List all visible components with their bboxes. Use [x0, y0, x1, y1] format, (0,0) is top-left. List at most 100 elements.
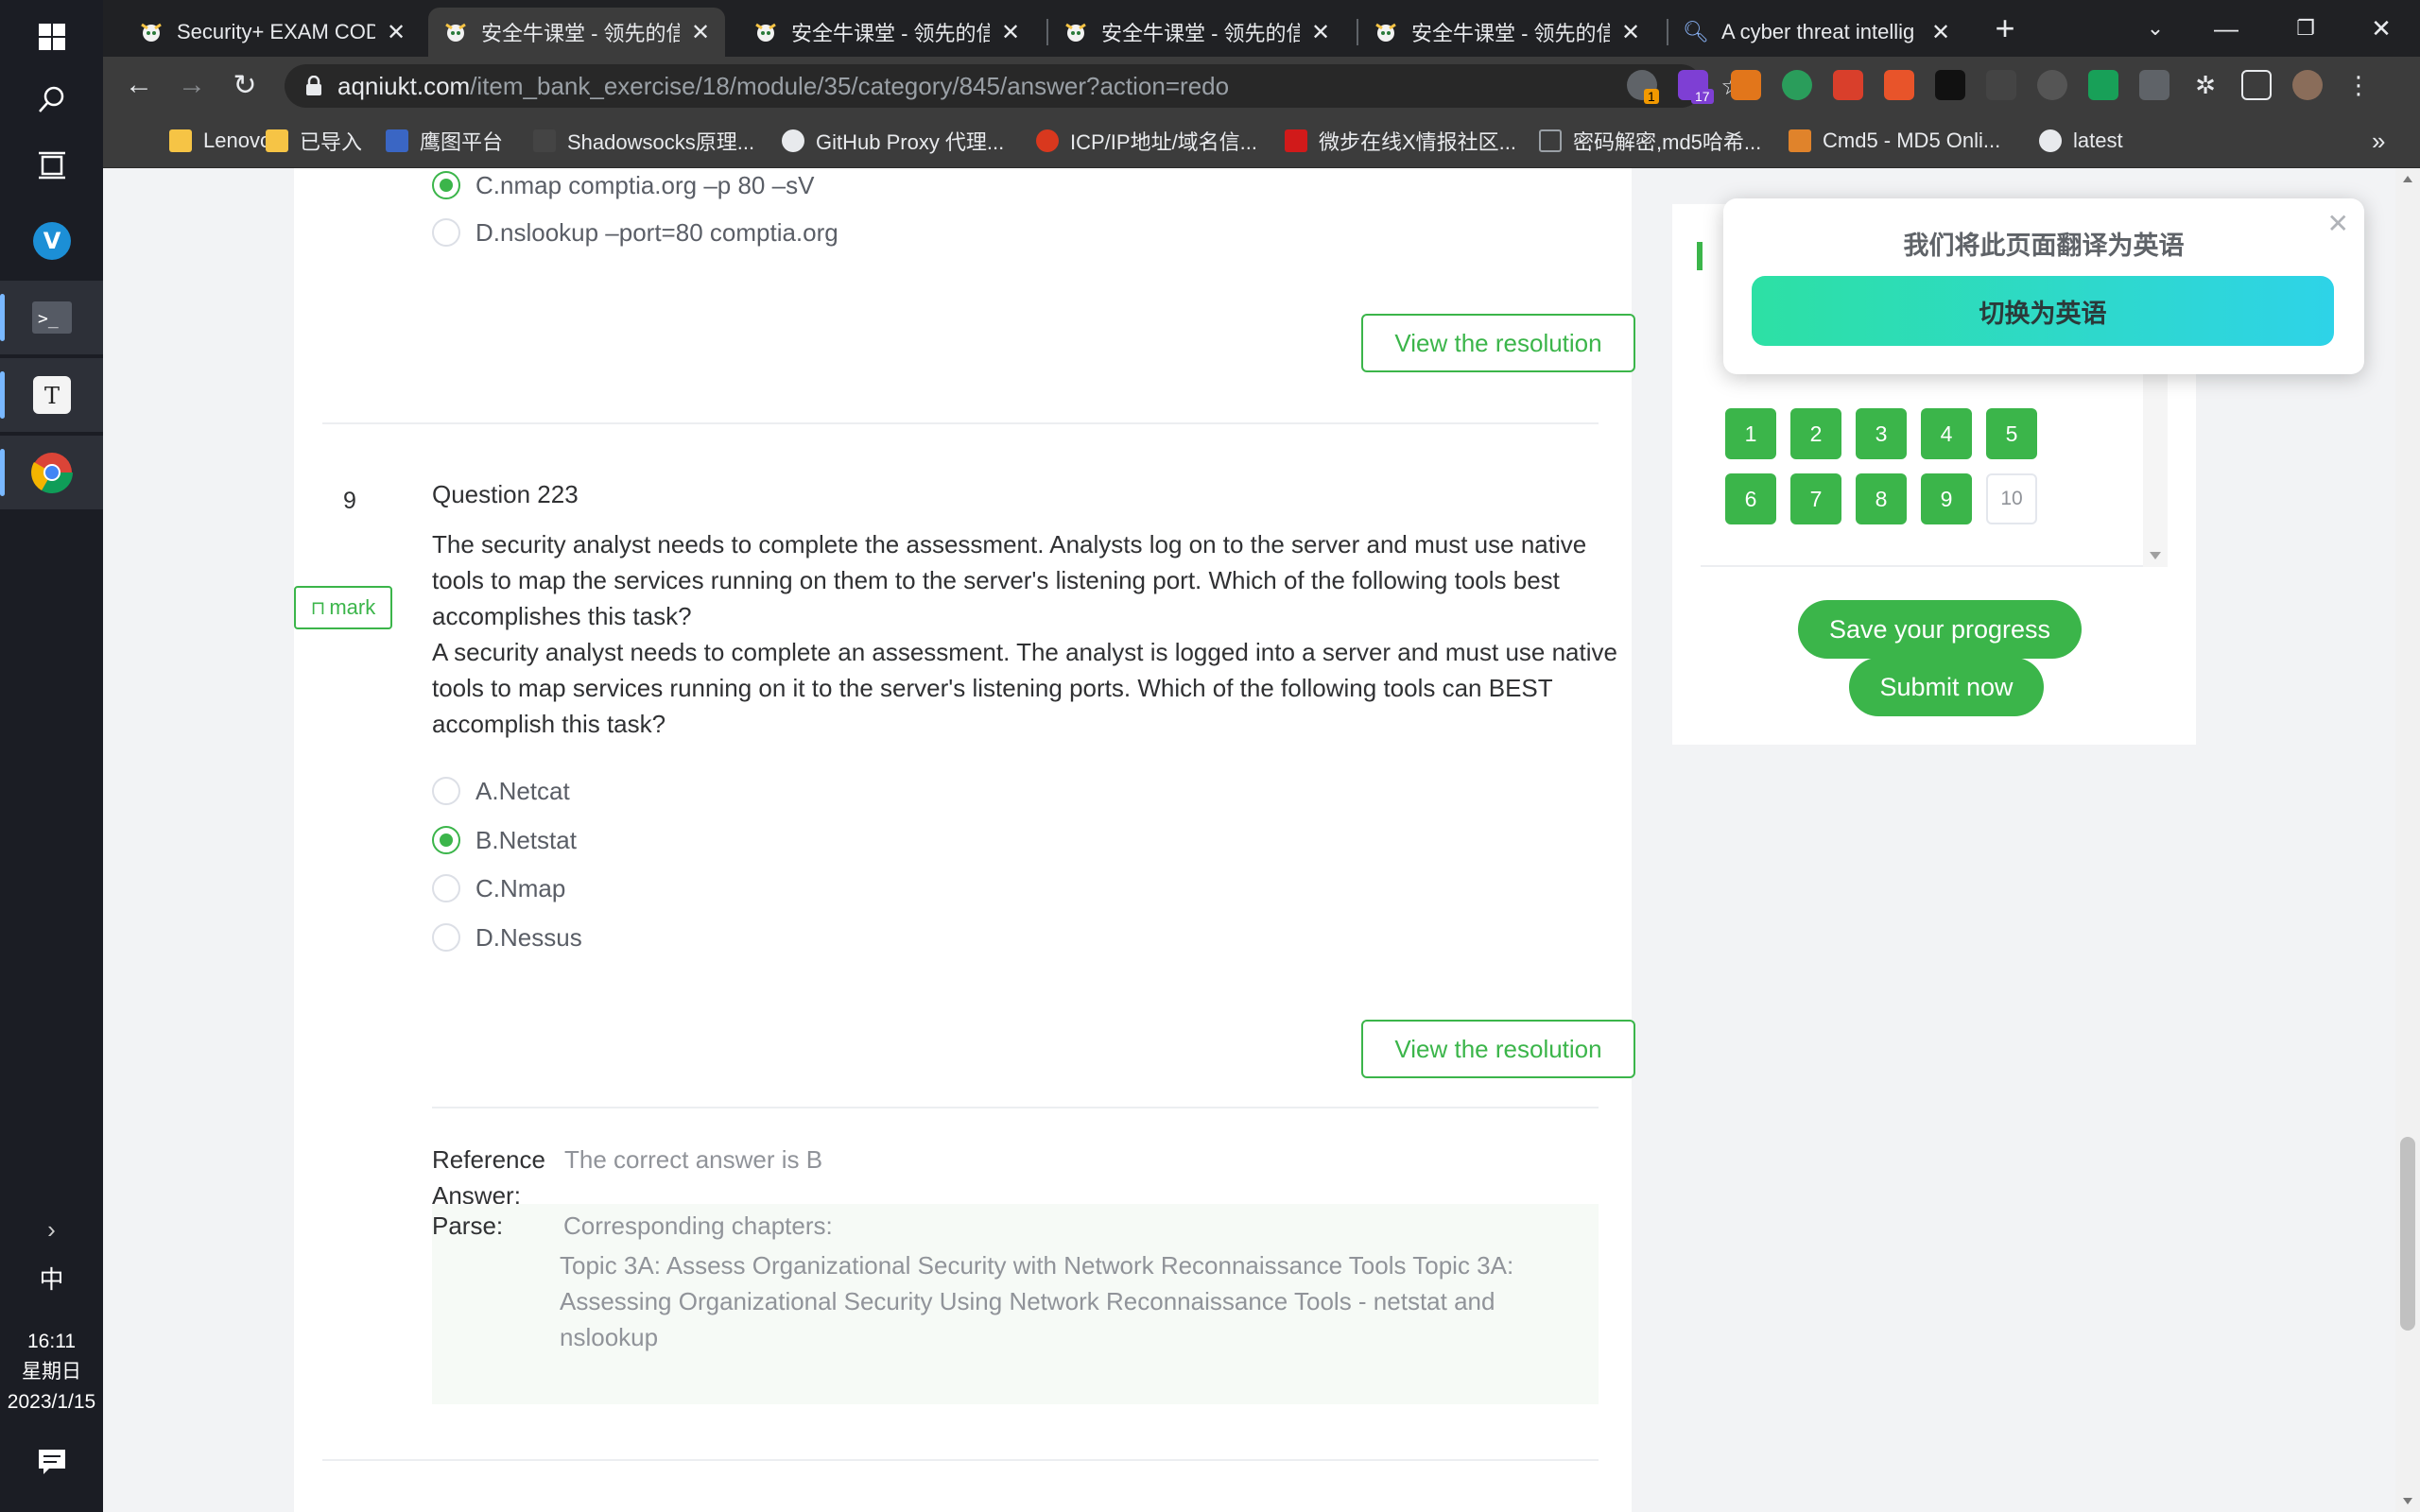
extension-black-icon[interactable]	[1935, 70, 1965, 100]
view-resolution-button[interactable]: View the resolution	[1361, 1020, 1635, 1078]
bookmark-item[interactable]: Lenovo	[169, 125, 271, 157]
bookmark-item[interactable]: 微步在线X情报社区...	[1285, 125, 1516, 157]
avatar[interactable]	[2292, 70, 2323, 100]
side-panel-icon[interactable]	[2241, 70, 2272, 100]
scroll-up-icon[interactable]	[2403, 176, 2412, 182]
new-tab-button[interactable]: +	[1984, 8, 2026, 49]
bookmark-item[interactable]: GitHub Proxy 代理...	[782, 125, 1004, 157]
bookmark-item[interactable]: Shadowsocks原理...	[533, 125, 754, 157]
address-bar[interactable]: aqniukt.com/item_bank_exercise/18/module…	[285, 64, 1743, 108]
question-number-7[interactable]: 7	[1790, 473, 1841, 524]
clock-weekday[interactable]: 星期日	[0, 1357, 103, 1387]
option-d[interactable]: D.Nessus	[432, 920, 582, 954]
minimize-button[interactable]: —	[2188, 0, 2264, 57]
metamask-icon[interactable]	[1731, 70, 1761, 100]
terminal-icon[interactable]: >_	[0, 281, 103, 354]
close-tab-icon[interactable]: ✕	[691, 19, 710, 46]
extension-red-icon[interactable]	[1833, 70, 1863, 100]
back-button[interactable]: ←	[118, 64, 160, 106]
chevron-right-icon[interactable]: ›	[0, 1193, 103, 1266]
reference-answer-value: The correct answer is B	[564, 1145, 823, 1174]
tab-security-exam[interactable]: Security+ EXAM COD ✕	[124, 8, 421, 57]
question-number-4[interactable]: 4	[1921, 408, 1972, 459]
question-list-card: C.nmap comptia.org –p 80 –sV D.nslookup …	[294, 168, 1635, 1512]
bookmark-item[interactable]: 鹰图平台	[386, 125, 503, 157]
puzzle-icon[interactable]: ✲	[2190, 70, 2221, 100]
tab-title: Security+ EXAM COD	[177, 20, 375, 43]
radio-selected[interactable]	[432, 826, 460, 854]
close-tab-icon[interactable]: ✕	[1311, 19, 1330, 46]
question-number-1[interactable]: 1	[1725, 408, 1776, 459]
tab-aqniukt-active[interactable]: 安全牛课堂 - 领先的信 ✕	[428, 8, 726, 57]
scroll-down-icon[interactable]	[2403, 1498, 2412, 1504]
bookmark-item[interactable]: 已导入	[266, 125, 362, 157]
question-number-10[interactable]: 10	[1986, 473, 2037, 524]
radio-unselected[interactable]	[432, 218, 460, 247]
chrome-icon[interactable]	[0, 436, 103, 509]
page-icon	[1539, 129, 1562, 152]
switch-to-english-button[interactable]: 切换为英语	[1752, 276, 2334, 346]
more-menu-icon[interactable]: ⋮	[2343, 70, 2374, 100]
vmware-icon[interactable]: V	[0, 204, 103, 278]
reload-button[interactable]: ↻	[224, 64, 266, 106]
question-index: 9	[343, 488, 356, 514]
extension-cc-icon[interactable]	[2139, 70, 2169, 100]
ime-indicator[interactable]: 中	[0, 1264, 103, 1295]
notification-icon[interactable]	[0, 1427, 103, 1497]
scrollbar-thumb[interactable]	[2400, 1137, 2415, 1331]
radio-unselected[interactable]	[432, 777, 460, 805]
bookmark-item[interactable]: ICP/IP地址/域名信...	[1036, 125, 1257, 157]
question-number-5[interactable]: 5	[1986, 408, 2037, 459]
extension-orange-icon[interactable]	[1884, 70, 1914, 100]
question-number-9[interactable]: 9	[1921, 473, 1972, 524]
submit-now-button[interactable]: Submit now	[1849, 658, 2044, 716]
search-icon[interactable]	[0, 62, 103, 136]
radio-unselected[interactable]	[432, 923, 460, 952]
extension-green-icon[interactable]	[1782, 70, 1812, 100]
close-tab-icon[interactable]: ✕	[1001, 19, 1020, 46]
radio-unselected[interactable]	[432, 874, 460, 902]
tab-search-chevron-icon[interactable]: ⌄	[2118, 0, 2193, 57]
tab-aqniukt-3[interactable]: 安全牛课堂 - 领先的信 ✕	[1048, 8, 1345, 57]
option-c[interactable]: C.Nmap	[432, 871, 565, 905]
extension-badge: 17	[1691, 89, 1714, 104]
close-tab-icon[interactable]: ✕	[1621, 19, 1640, 46]
question-title: Question 223	[432, 480, 579, 508]
question-number-8[interactable]: 8	[1856, 473, 1907, 524]
extension-gear-icon[interactable]	[2037, 70, 2067, 100]
clock-time[interactable]: 16:11	[0, 1327, 103, 1357]
tab-aqniukt-2[interactable]: 安全牛课堂 - 领先的信 ✕	[738, 8, 1035, 57]
extension-glasses-icon[interactable]	[1986, 70, 2016, 100]
forward-button[interactable]: →	[171, 64, 213, 106]
cmd5-icon	[1789, 129, 1811, 152]
bookmark-item[interactable]: 密码解密,md5哈希...	[1539, 125, 1761, 157]
option-a[interactable]: A.Netcat	[432, 774, 570, 808]
task-view-icon[interactable]	[0, 129, 103, 202]
save-progress-button[interactable]: Save your progress	[1798, 600, 2082, 659]
close-tab-icon[interactable]: ✕	[387, 19, 406, 46]
question-number-6[interactable]: 6	[1725, 473, 1776, 524]
tab-aqniukt-4[interactable]: 安全牛课堂 - 领先的信 ✕	[1358, 8, 1655, 57]
view-resolution-button-prev[interactable]: View the resolution	[1361, 314, 1635, 372]
question-number-2[interactable]: 2	[1790, 408, 1841, 459]
tab-title: 安全牛课堂 - 领先的信	[481, 22, 680, 45]
clock-date[interactable]: 2023/1/15	[0, 1387, 103, 1418]
radio-selected[interactable]	[432, 171, 460, 199]
extension-shield-icon[interactable]	[2088, 70, 2118, 100]
lock-icon[interactable]	[305, 76, 322, 96]
restore-button[interactable]: ❐	[2268, 0, 2343, 57]
close-window-button[interactable]: ✕	[2343, 0, 2419, 57]
mark-button[interactable]: ⊓ mark	[294, 586, 392, 629]
bookmarks-overflow-icon[interactable]: »	[2372, 125, 2385, 157]
scroll-down-icon[interactable]	[2150, 552, 2161, 559]
option-prev-c[interactable]: C.nmap comptia.org –p 80 –sV	[432, 168, 814, 202]
bookmark-item[interactable]: latest	[2039, 125, 2123, 157]
close-tab-icon[interactable]: ✕	[1931, 19, 1950, 46]
option-b[interactable]: B.Netstat	[432, 823, 577, 857]
typora-icon[interactable]: T	[0, 358, 103, 432]
option-prev-d[interactable]: D.nslookup –port=80 comptia.org	[432, 215, 838, 249]
question-number-3[interactable]: 3	[1856, 408, 1907, 459]
bookmark-item[interactable]: Cmd5 - MD5 Onli...	[1789, 125, 2000, 157]
page-scrollbar[interactable]	[2395, 168, 2420, 1512]
tab-cyber-threat[interactable]: 🔍︎ A cyber threat intellig ✕	[1668, 8, 1965, 57]
